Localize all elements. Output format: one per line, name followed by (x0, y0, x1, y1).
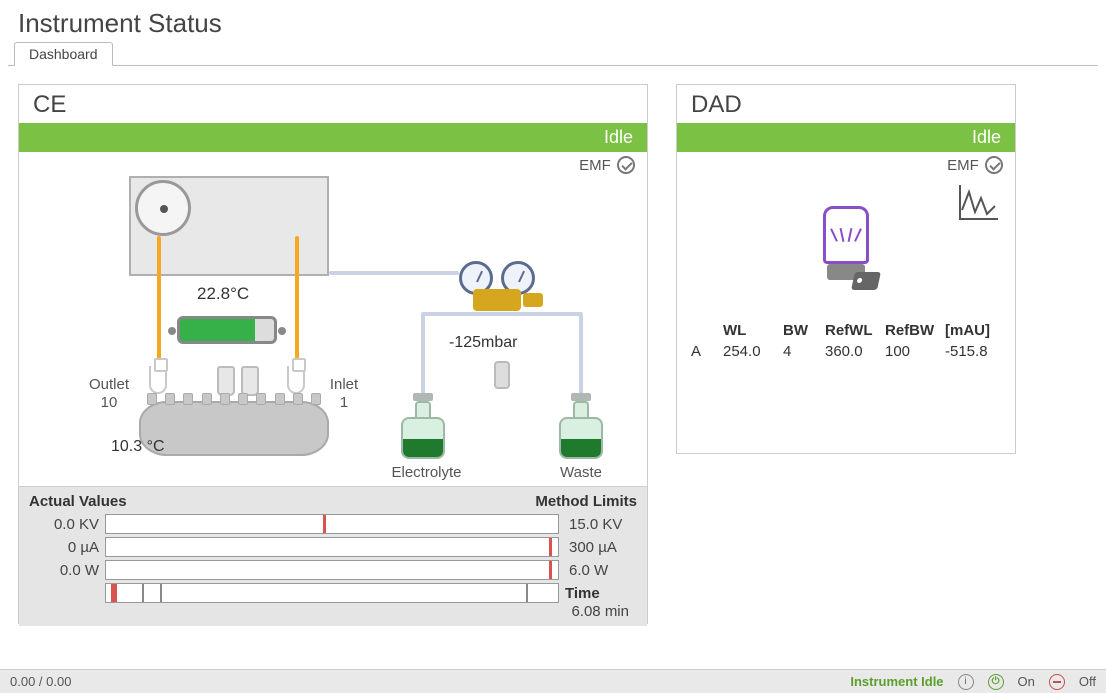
tabs: Dashboard (8, 41, 1098, 66)
off-label: Off (1079, 674, 1096, 689)
page-title: Instrument Status (0, 0, 1106, 41)
capillary-right-icon (295, 236, 299, 366)
dad-signal-row: A 254.0 4 360.0 100 -515.8 (691, 343, 1001, 360)
info-icon[interactable]: i (958, 674, 974, 690)
signal-plot-icon[interactable] (957, 182, 1001, 222)
dad-emf-label: EMF (947, 157, 979, 174)
panel-dad: DAD Idle EMF WL B (676, 84, 1016, 454)
ce-diagram: 22.8°C Outlet10 Inlet1 10.3 °C (19, 176, 647, 486)
tray-vials-icon (217, 366, 259, 396)
run-progress: 0.00 / 0.00 (10, 674, 71, 689)
tube-icon (329, 271, 459, 275)
dad-status-bar: Idle (677, 123, 1015, 152)
dad-signal-table: WL BW RefWL RefBW [mAU] A 254.0 4 360.0 … (691, 322, 1001, 360)
roller-icon (135, 180, 191, 236)
ce-status-bar: Idle (19, 123, 647, 152)
waste-label: Waste (551, 464, 611, 482)
power-off-icon[interactable] (1049, 674, 1065, 690)
ce-row-time: Time (27, 583, 639, 603)
method-limits-header: Method Limits (535, 493, 637, 510)
ce-emf-label: EMF (579, 157, 611, 174)
tab-dashboard[interactable]: Dashboard (14, 42, 113, 66)
electrolyte-label: Electrolyte (389, 464, 464, 482)
dad-emf-row: EMF (677, 152, 1015, 176)
cartridge-icon (177, 316, 277, 344)
panel-ce: CE Idle EMF 22.8°C Outlet10 I (18, 84, 648, 624)
buffer-vial-icon (494, 361, 510, 389)
tube-icon (421, 312, 583, 316)
ce-title: CE (19, 85, 647, 123)
ce-row-voltage: 0.0 KV 15.0 KV (27, 514, 639, 534)
power-on-icon[interactable]: ⏻ (988, 674, 1004, 690)
status-bar: 0.00 / 0.00 Instrument Idle i ⏻ On Off (0, 669, 1106, 693)
panels: CE Idle EMF 22.8°C Outlet10 I (0, 66, 1106, 642)
actual-values-header: Actual Values (29, 493, 127, 510)
check-icon (985, 156, 1003, 174)
ce-row-current: 0 µA 300 µA (27, 537, 639, 557)
pressure-value: -125mbar (449, 334, 517, 352)
check-icon (617, 156, 635, 174)
ce-values-grid: Actual Values Method Limits 0.0 KV 15.0 … (19, 486, 647, 626)
ce-row-power: 0.0 W 6.0 W (27, 560, 639, 580)
inlet-label: Inlet1 (319, 376, 369, 412)
outlet-label: Outlet10 (79, 376, 139, 412)
dad-title: DAD (677, 85, 1015, 123)
outlet-vial-icon (149, 366, 167, 394)
on-label: On (1018, 674, 1035, 689)
inlet-vial-icon (287, 366, 305, 394)
sample-tray-icon (139, 401, 329, 456)
ce-time-value: 6.08 min (27, 603, 639, 620)
electrolyte-bottle-icon (401, 401, 445, 459)
ce-emf-row: EMF (19, 152, 647, 176)
tray-temperature: 10.3 °C (111, 438, 165, 456)
capillary-left-icon (157, 236, 161, 366)
lamp-icon (811, 206, 881, 296)
waste-bottle-icon (559, 401, 603, 459)
tag-icon (851, 272, 881, 290)
detector-temperature: 22.8°C (197, 284, 249, 304)
instrument-state: Instrument Idle (850, 674, 943, 689)
